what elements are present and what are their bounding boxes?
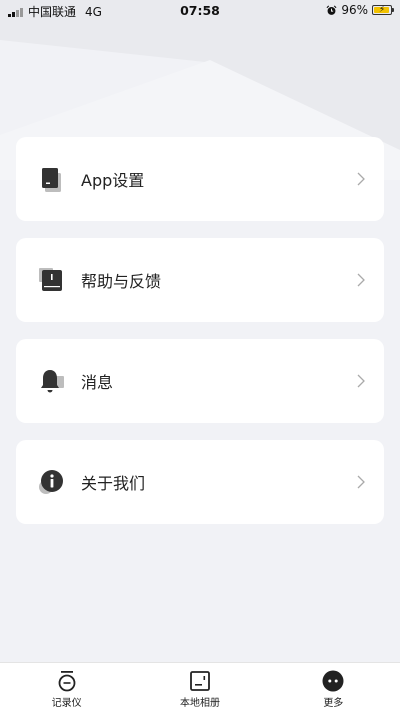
status-right: 96% ⚡ [326,3,394,17]
chevron-right-icon [357,172,365,186]
battery-icon: ⚡ [372,5,394,15]
menu-item-label: App设置 [81,171,145,190]
menu-item-label: 帮助与反馈 [81,272,162,291]
menu-item-messages[interactable]: 消息 [16,339,384,423]
book-icon [39,268,62,291]
menu-item-label: 关于我们 [81,474,146,493]
recorder-icon [58,671,76,692]
status-bar: 中国联通 4G 07:58 96% ⚡ [0,0,400,22]
album-icon [190,671,210,691]
menu-item-label: 消息 [81,373,114,392]
menu-item-about-us[interactable]: 关于我们 [16,440,384,524]
tab-label: 本地相册 [179,698,220,709]
tab-more[interactable]: 更多 [267,663,400,710]
bell-icon [41,370,64,393]
chevron-right-icon [357,273,365,287]
tab-recorder[interactable]: 记录仪 [0,663,133,710]
tab-local-album[interactable]: 本地相册 [133,663,266,710]
more-icon [322,670,344,692]
menu-item-app-settings[interactable]: App设置 [16,137,384,221]
phone-settings-icon [42,168,61,192]
alarm-clock-icon [326,5,337,15]
battery-percent: 96% [341,3,368,17]
bottom-tab-bar: 记录仪 本地相册 更多 [0,662,400,710]
tab-label: 更多 [323,698,344,709]
chevron-right-icon [357,475,365,489]
info-icon [39,470,63,494]
chevron-right-icon [357,374,365,388]
settings-menu: App设置 帮助与反馈 消息 关于我们 [16,137,384,541]
tab-label: 记录仪 [51,698,82,709]
menu-item-help-feedback[interactable]: 帮助与反馈 [16,238,384,322]
